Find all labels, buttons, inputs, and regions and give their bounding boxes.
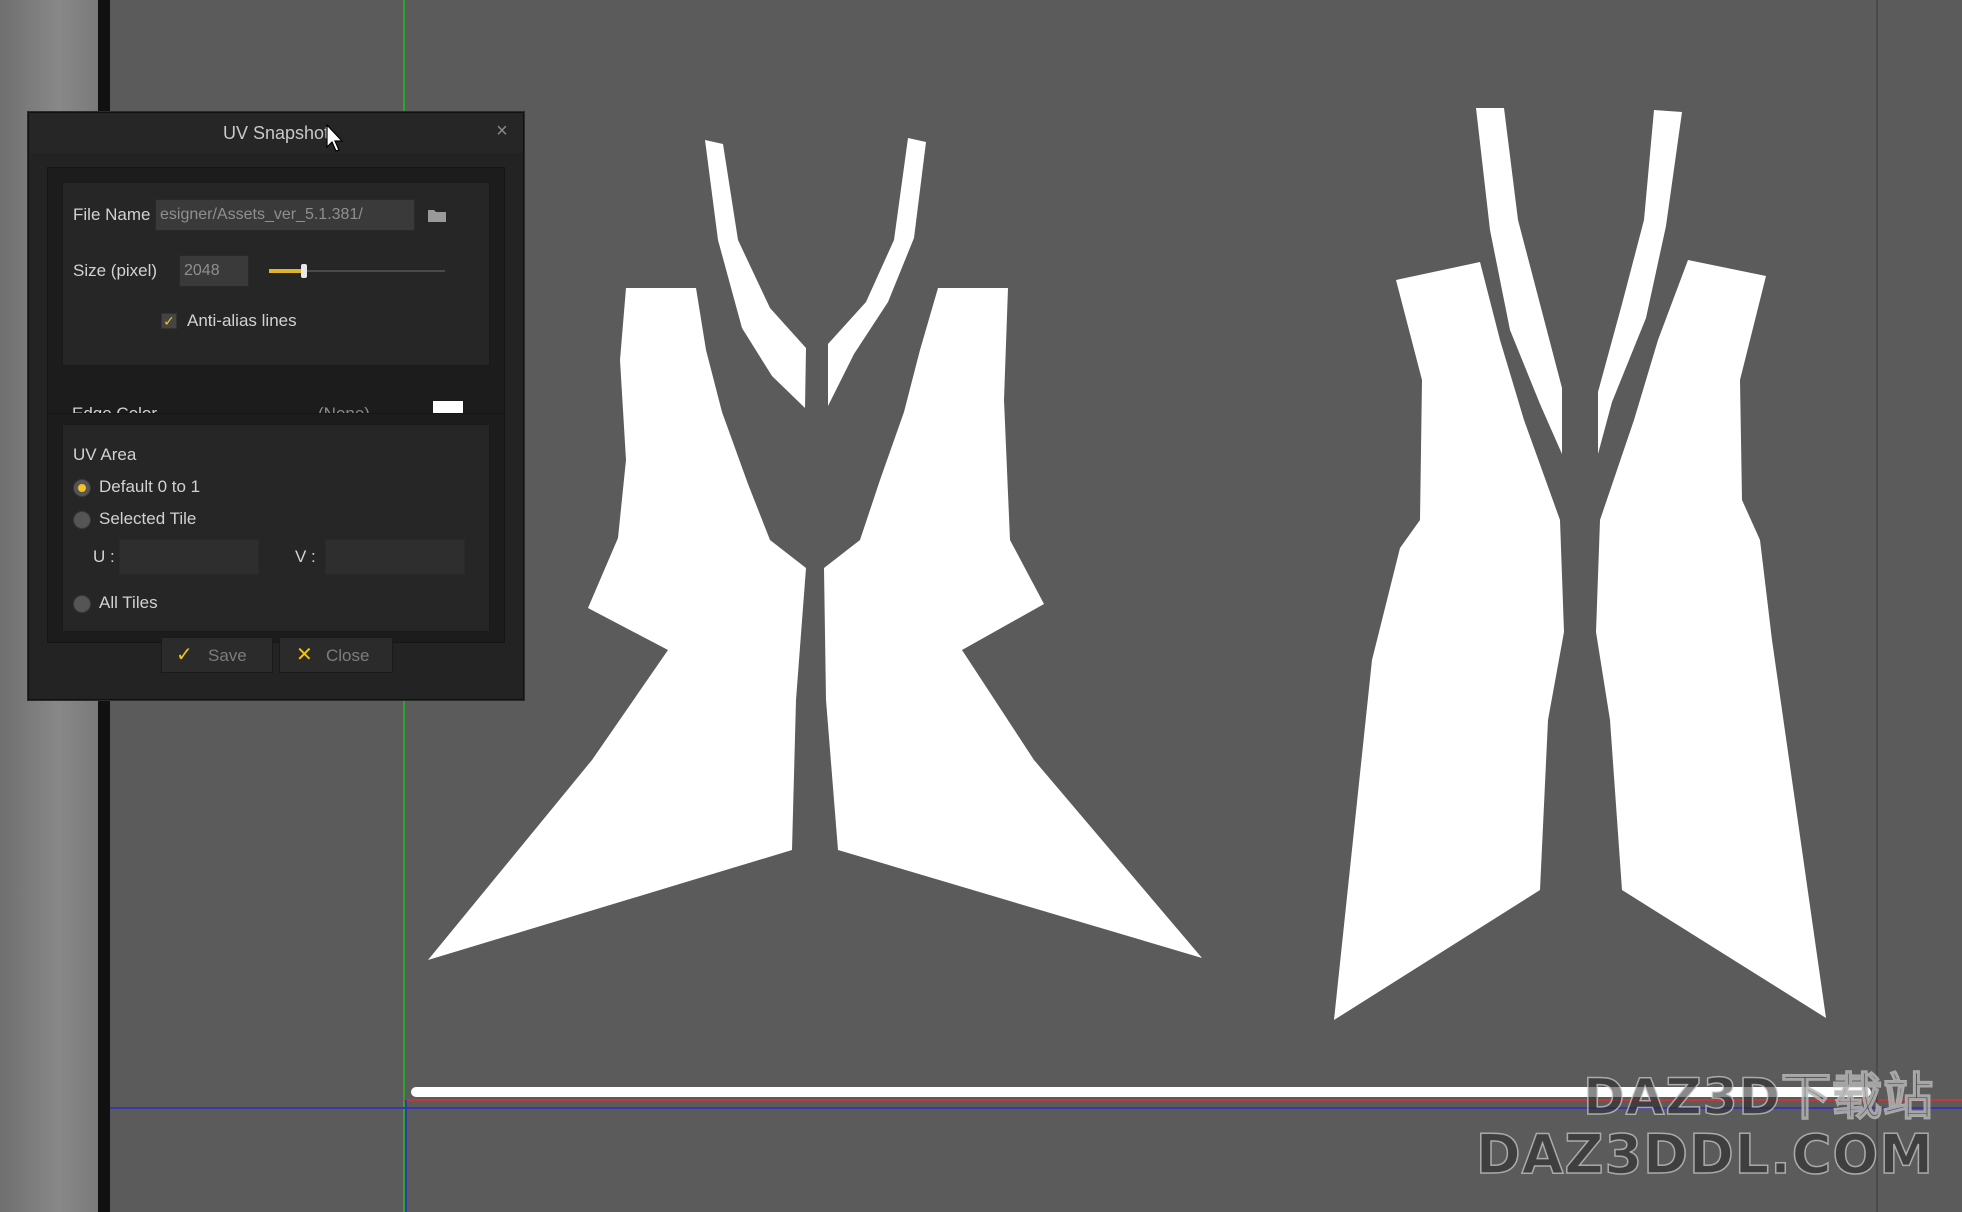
check-icon: ✓ — [176, 644, 193, 666]
uv-shells-vest-back — [1334, 108, 1826, 1020]
antialias-label: Anti-alias lines — [187, 311, 297, 330]
radio-label-default: Default 0 to 1 — [99, 477, 201, 496]
x-icon: ✕ — [296, 644, 313, 666]
close-button-label: Close — [326, 646, 370, 665]
radio-label-selected-tile: Selected Tile — [99, 509, 197, 528]
size-slider-thumb[interactable] — [301, 264, 307, 278]
v-input[interactable] — [325, 539, 465, 575]
save-button[interactable]: ✓ Save — [161, 637, 273, 673]
dialog-title: UV Snapshot — [222, 123, 330, 143]
close-icon[interactable]: × — [491, 120, 513, 142]
radio-all-tiles[interactable] — [73, 595, 91, 613]
size-slider-fill — [269, 269, 304, 273]
uv-shell-collar-right — [828, 138, 926, 406]
u-label: U : — [93, 547, 115, 566]
close-button[interactable]: ✕ Close — [279, 637, 393, 673]
save-button-label: Save — [208, 646, 247, 665]
watermark-line-1: DAZ3D下载站 — [1582, 1067, 1934, 1126]
mouse-cursor-icon — [326, 124, 344, 152]
watermark: DAZ3D下载站 DAZ3DDL.COM — [1475, 1067, 1934, 1186]
size-input[interactable]: 2048 — [179, 255, 249, 287]
uv-shell-collar-left — [705, 140, 806, 408]
folder-icon[interactable] — [427, 207, 447, 223]
uv-shell-back-right — [1596, 260, 1826, 1018]
uv-area-panel: UV Area Default 0 to 1 Selected Tile U :… — [47, 413, 505, 643]
antialias-checkbox[interactable]: ✓ — [161, 313, 177, 329]
canvas-right-border — [1876, 0, 1878, 1212]
dialog-titlebar[interactable]: UV Snapshot × — [29, 113, 523, 153]
uv-snapshot-dialog: UV Snapshot × File Name esigner/Assets_v… — [28, 112, 524, 700]
file-name-field[interactable]: esigner/Assets_ver_5.1.381/ — [155, 199, 415, 231]
uv-shell-front-right — [824, 288, 1202, 958]
uv-area-group: UV Area Default 0 to 1 Selected Tile U :… — [62, 424, 490, 632]
radio-default-0-to-1[interactable] — [73, 479, 91, 497]
u-input[interactable] — [119, 539, 259, 575]
uv-editor-window: UV Snapshot × File Name esigner/Assets_v… — [0, 0, 1962, 1212]
uv-shells-vest-front — [428, 138, 1202, 960]
v-label: V : — [295, 547, 316, 566]
file-options-group: File Name esigner/Assets_ver_5.1.381/ Si… — [62, 182, 490, 366]
file-name-label: File Name — [73, 205, 151, 224]
radio-selected-tile[interactable] — [73, 511, 91, 529]
radio-label-all-tiles: All Tiles — [99, 593, 158, 612]
watermark-line-2: DAZ3DDL.COM — [1475, 1122, 1934, 1186]
uv-area-label: UV Area — [73, 445, 137, 464]
size-label: Size (pixel) — [73, 261, 158, 280]
